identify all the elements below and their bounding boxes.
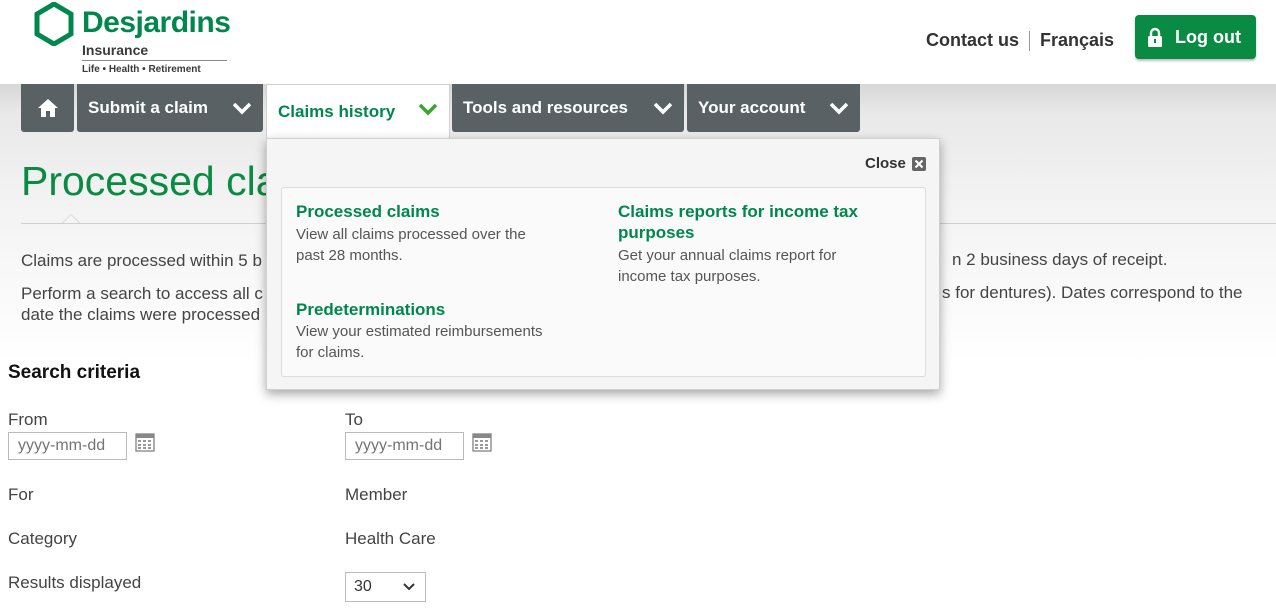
close-label: Close xyxy=(865,155,906,172)
to-date-input[interactable] xyxy=(345,432,464,460)
tax-reports-desc-line2: income tax purposes. xyxy=(618,268,761,285)
results-displayed-label: Results displayed xyxy=(8,573,142,592)
tax-reports-link-line2[interactable]: purposes xyxy=(618,222,695,243)
tax-reports-link[interactable]: Claims reports for income tax xyxy=(618,201,858,222)
intro-text-1-end: n 2 business days of receipt. xyxy=(952,250,1168,269)
page-title: Processed cla xyxy=(21,158,279,204)
nav-claims-history[interactable]: Claims history xyxy=(266,84,450,139)
nav-submit-claim[interactable]: Submit a claim xyxy=(77,84,263,132)
tax-reports-desc: Get your annual claims report for xyxy=(618,247,837,264)
nav-your-account-label: Your account xyxy=(698,98,806,117)
chevron-down-icon xyxy=(418,103,438,116)
contact-us-link[interactable]: Contact us xyxy=(926,30,1019,51)
results-displayed-value: 30 xyxy=(354,578,372,595)
predeterminations-desc: View your estimated reimbursements xyxy=(296,323,543,340)
close-icon xyxy=(911,156,926,171)
nav-submit-claim-label: Submit a claim xyxy=(88,98,208,117)
category-label: Category xyxy=(8,529,77,548)
lock-icon xyxy=(1148,27,1162,47)
title-notch-fill xyxy=(63,215,79,223)
language-link[interactable]: Français xyxy=(1040,30,1114,51)
close-button[interactable]: Close xyxy=(865,155,926,172)
for-label: For xyxy=(8,485,34,504)
predeterminations-desc-line2: for claims. xyxy=(296,344,365,361)
desjardins-logo[interactable]: Desjardins Insurance Life • Health • Ret… xyxy=(34,2,234,78)
brand-divider xyxy=(82,60,227,61)
brand-name: Desjardins xyxy=(82,6,231,39)
chevron-down-icon xyxy=(829,102,849,115)
nav-claims-history-label: Claims history xyxy=(278,102,396,121)
brand-tagline: Life • Health • Retirement xyxy=(82,64,201,75)
for-value: Member xyxy=(345,485,408,504)
site-header: Desjardins Insurance Life • Health • Ret… xyxy=(0,0,1276,84)
dropdown-links-panel: Processed claims View all claims process… xyxy=(281,187,926,377)
intro-text-1: Claims are processed within 5 b xyxy=(21,251,262,270)
intro-text-2: Perform a search to access all c xyxy=(21,284,263,303)
nav-tools-resources[interactable]: Tools and resources xyxy=(452,84,684,132)
chevron-down-icon xyxy=(653,102,673,115)
chevron-down-icon xyxy=(403,583,415,591)
nav-home[interactable] xyxy=(21,84,74,132)
calendar-icon[interactable] xyxy=(472,432,492,452)
claims-history-dropdown: Close Processed claims View all claims p… xyxy=(266,138,940,390)
home-icon xyxy=(37,99,58,117)
top-links: Contact us Français xyxy=(926,30,1114,51)
intro-text-2-line2: date the claims were processed xyxy=(21,305,261,324)
processed-claims-desc-line2: past 28 months. xyxy=(296,247,403,264)
intro-text-2-end: s for dentures). Dates correspond to the xyxy=(942,283,1243,302)
desjardins-logo-icon xyxy=(34,2,74,46)
from-label: From xyxy=(8,410,48,429)
nav-tools-resources-label: Tools and resources xyxy=(463,98,629,117)
from-date-input[interactable] xyxy=(8,432,127,460)
predeterminations-link[interactable]: Predeterminations xyxy=(296,299,445,320)
nav-your-account[interactable]: Your account xyxy=(687,84,860,132)
calendar-icon[interactable] xyxy=(135,432,155,452)
processed-claims-link[interactable]: Processed claims xyxy=(296,201,440,222)
brand-sub: Insurance xyxy=(82,42,149,58)
results-displayed-select[interactable]: 30 xyxy=(345,572,426,602)
search-criteria-title: Search criteria xyxy=(8,362,141,383)
logout-label: Log out xyxy=(1175,26,1241,47)
chevron-down-icon xyxy=(232,102,252,115)
link-divider xyxy=(1029,30,1031,51)
processed-claims-desc: View all claims processed over the xyxy=(296,226,526,243)
category-value: Health Care xyxy=(345,529,436,548)
to-label: To xyxy=(345,410,363,429)
logout-button[interactable]: Log out xyxy=(1135,15,1256,59)
